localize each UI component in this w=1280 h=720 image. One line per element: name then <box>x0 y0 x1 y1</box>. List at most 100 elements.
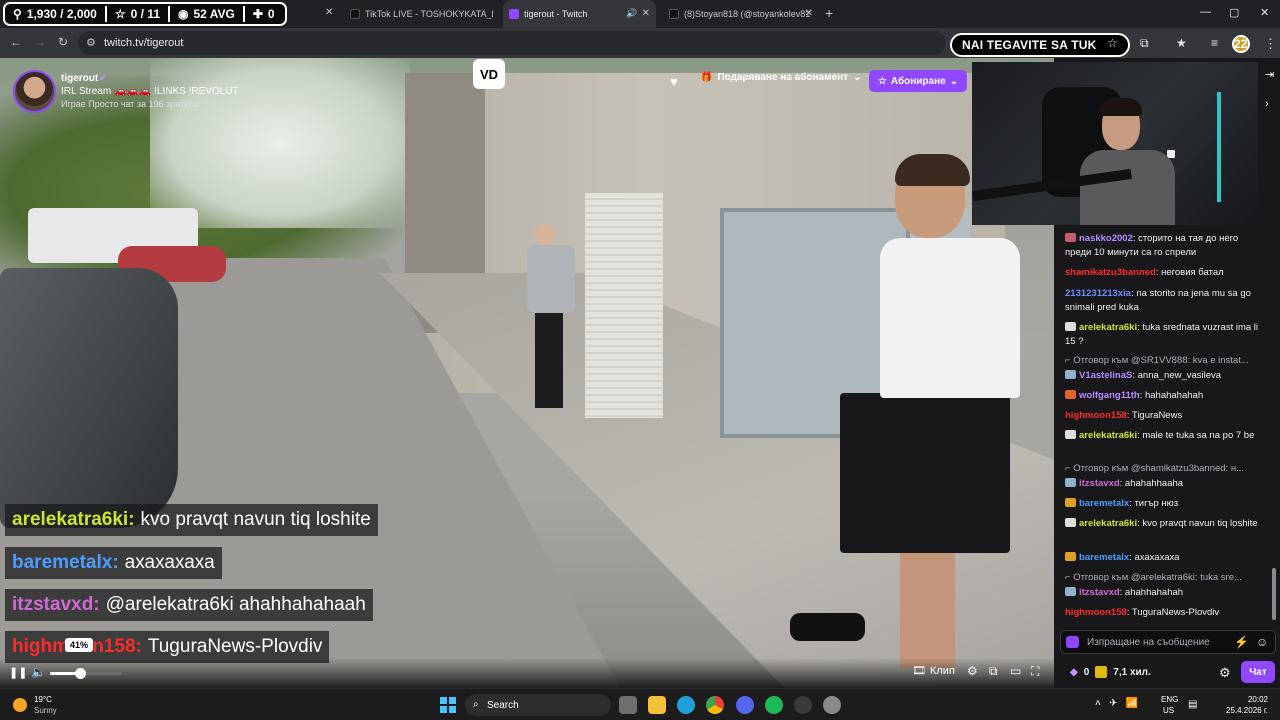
clock-time[interactable]: 20:02 <box>1213 695 1268 704</box>
input-layout[interactable]: US <box>1163 706 1174 715</box>
chat-identity-icon[interactable] <box>1066 636 1079 648</box>
settings-gear-icon[interactable]: ⚙ <box>967 664 978 678</box>
subscribe-button[interactable]: ☆ Абониране ⌄ <box>869 70 967 92</box>
close-tab-icon[interactable]: ✕ <box>325 7 333 18</box>
chat-badge-icon[interactable] <box>1065 587 1076 596</box>
site-info-icon[interactable]: ⚙ <box>86 36 96 49</box>
extensions-icon[interactable]: ⧉ <box>1140 36 1149 51</box>
reading-list-icon[interactable]: ≡ <box>1211 36 1218 50</box>
chat-username[interactable]: highmoon158 <box>1065 410 1127 421</box>
collapse-chat-icon[interactable]: ⇥ <box>1265 68 1274 81</box>
new-tab-button[interactable]: + <box>825 5 833 21</box>
theatre-mode-icon[interactable]: ▭ <box>1010 664 1021 678</box>
chat-username[interactable]: baremetalx <box>1079 552 1129 563</box>
chat-badge-icon[interactable] <box>1065 430 1076 439</box>
stream-stats-overlay: ⚲ 1,930 / 2,000 ☆ 0 / 11 ◉ 52 AVG ✚ 0 <box>3 2 287 26</box>
chat-badge-icon[interactable] <box>1065 478 1076 487</box>
back-arrow-icon[interactable]: ← <box>10 35 22 49</box>
system-tray[interactable]: ˄ ✈ 📶 <box>1095 698 1144 709</box>
network-icon[interactable]: ▤ <box>1188 699 1197 710</box>
reload-icon[interactable]: ↻ <box>58 35 68 49</box>
channel-points[interactable]: ◆ 0 7,1 хил. <box>1070 666 1151 678</box>
close-tab-icon[interactable]: ✕ <box>805 8 813 19</box>
chat-username[interactable]: baremetalx <box>1079 498 1129 509</box>
close-tab-icon[interactable]: ✕ <box>642 8 650 19</box>
chat-settings-icon[interactable]: ⚙ <box>1219 665 1231 681</box>
overlay-chat-text: ахахахаха <box>124 552 215 573</box>
chat-username[interactable]: itzstavxd <box>1079 587 1120 598</box>
emoji-icon[interactable]: ☺ <box>1256 635 1268 649</box>
chat-badge-icon[interactable] <box>1065 322 1076 331</box>
bookmark-star-icon[interactable]: ☆ <box>1107 36 1118 50</box>
video-player[interactable]: tigerout ✔ IRL Stream 🚗🚗🚗 !LINKS !REVOLU… <box>0 58 1054 688</box>
chat-scrollbar[interactable] <box>1272 568 1276 620</box>
chat-reply-context[interactable]: ⌐ Отговор към @arelekatra6ki: tuka sre..… <box>1065 572 1265 583</box>
address-bar[interactable]: ⚙ twitch.tv/tigerout <box>78 31 946 55</box>
chat-send-button[interactable]: Чат <box>1241 661 1275 683</box>
chat-reply-context[interactable]: ⌐ Отговор към @shamikatzu3banned: н... <box>1065 463 1265 474</box>
viewer-count-value: 1,930 / 2,000 <box>26 7 97 21</box>
favorites-icon[interactable]: ★ <box>1176 36 1187 50</box>
streamer-avatar[interactable] <box>13 70 56 113</box>
close-window-icon[interactable]: ✕ <box>1260 6 1269 19</box>
spotify-icon[interactable] <box>765 696 783 714</box>
chat-username[interactable]: arelekatra6ki <box>1079 322 1137 333</box>
gift-sub-button[interactable]: 🎁 Подаряване на абонамент ⌄ <box>700 72 861 83</box>
vd-logo: VD <box>473 59 505 89</box>
maximize-icon[interactable]: ▢ <box>1229 6 1239 19</box>
discord-icon[interactable] <box>736 696 754 714</box>
tab-twitch[interactable]: tigerout - Twitch 🔊 ✕ <box>503 0 656 28</box>
chat-username[interactable]: V1astelinaS <box>1079 370 1132 381</box>
tab-label: tigerout - Twitch <box>524 9 588 19</box>
chrome-icon[interactable] <box>706 696 724 714</box>
tiktok-icon <box>669 9 679 19</box>
stream-category-viewers: Играе Просто чат за 196 зрители <box>61 99 200 109</box>
volume-slider-knob[interactable] <box>74 668 86 679</box>
pause-icon[interactable]: ❚❚ <box>9 666 27 679</box>
chat-username[interactable]: naskko2002 <box>1079 233 1133 244</box>
minimize-icon[interactable]: — <box>1200 6 1211 18</box>
chevron-right-icon[interactable]: › <box>1265 98 1269 110</box>
volume-slider[interactable] <box>50 668 122 679</box>
settings-icon[interactable] <box>823 696 841 714</box>
chat-badge-icon[interactable] <box>1065 518 1076 527</box>
bits-icon[interactable]: ⚡ <box>1234 635 1249 649</box>
volume-icon[interactable]: 🔈 <box>31 665 46 679</box>
weather-temperature[interactable]: 19°C <box>34 695 52 704</box>
chat-badge-icon[interactable] <box>1065 552 1076 561</box>
chat-badge-icon[interactable] <box>1065 390 1076 399</box>
follow-heart-icon[interactable]: ♥ <box>670 74 678 89</box>
chat-username[interactable]: wolfgang11th <box>1079 390 1140 401</box>
streamer-name[interactable]: tigerout <box>61 73 98 84</box>
menu-dots-icon[interactable]: ⋮ <box>1264 36 1277 52</box>
tab-tiktok[interactable]: TikTok LIVE - TOSHOKYKATA_N <box>344 0 502 28</box>
chat-badge-icon[interactable] <box>1065 233 1076 242</box>
chat-username[interactable]: arelekatra6ki <box>1079 518 1137 529</box>
file-explorer-icon[interactable] <box>648 696 666 714</box>
chat-username[interactable]: itzstavxd <box>1079 478 1120 489</box>
clock-date[interactable]: 25.4.2026 г. <box>1213 706 1268 715</box>
chat-badge-icon[interactable] <box>1065 370 1076 379</box>
taskbar-search[interactable]: Search <box>465 694 611 716</box>
chat-username[interactable]: 2131231213xia <box>1065 288 1131 299</box>
chat-username[interactable]: highmoon158 <box>1065 607 1127 618</box>
chat-badge-icon[interactable] <box>1065 498 1076 507</box>
forward-arrow-icon[interactable]: → <box>34 35 46 49</box>
chat-reply-context[interactable]: ⌐ Отговор към @SR1VV888: kva e instat... <box>1065 355 1265 366</box>
channel-points-icon: ◆ <box>1070 666 1078 678</box>
cast-icon[interactable]: ⧉ <box>989 664 998 679</box>
task-view-icon[interactable] <box>619 696 637 714</box>
weather-description[interactable]: Sunny <box>34 706 57 715</box>
chat-username[interactable]: shamikatzu3banned <box>1065 267 1156 278</box>
fullscreen-icon[interactable]: ⛶ <box>1031 664 1039 679</box>
sun-icon[interactable] <box>13 698 27 712</box>
app-icon[interactable] <box>794 696 812 714</box>
input-language[interactable]: ENG <box>1161 695 1178 704</box>
clip-button[interactable]: 🎞 Клип <box>912 664 955 678</box>
tab-tiktok-profile[interactable]: (8)Stoyan818 (@stoyankolev81 ✕ <box>663 0 819 28</box>
start-button[interactable] <box>440 697 456 713</box>
speaker-icon[interactable]: 🔊 <box>626 8 637 19</box>
edge-icon[interactable] <box>677 696 695 714</box>
chat-username[interactable]: arelekatra6ki <box>1079 430 1137 441</box>
overlay-banner: NAI TEGAVITE SA TUK <box>950 33 1130 57</box>
